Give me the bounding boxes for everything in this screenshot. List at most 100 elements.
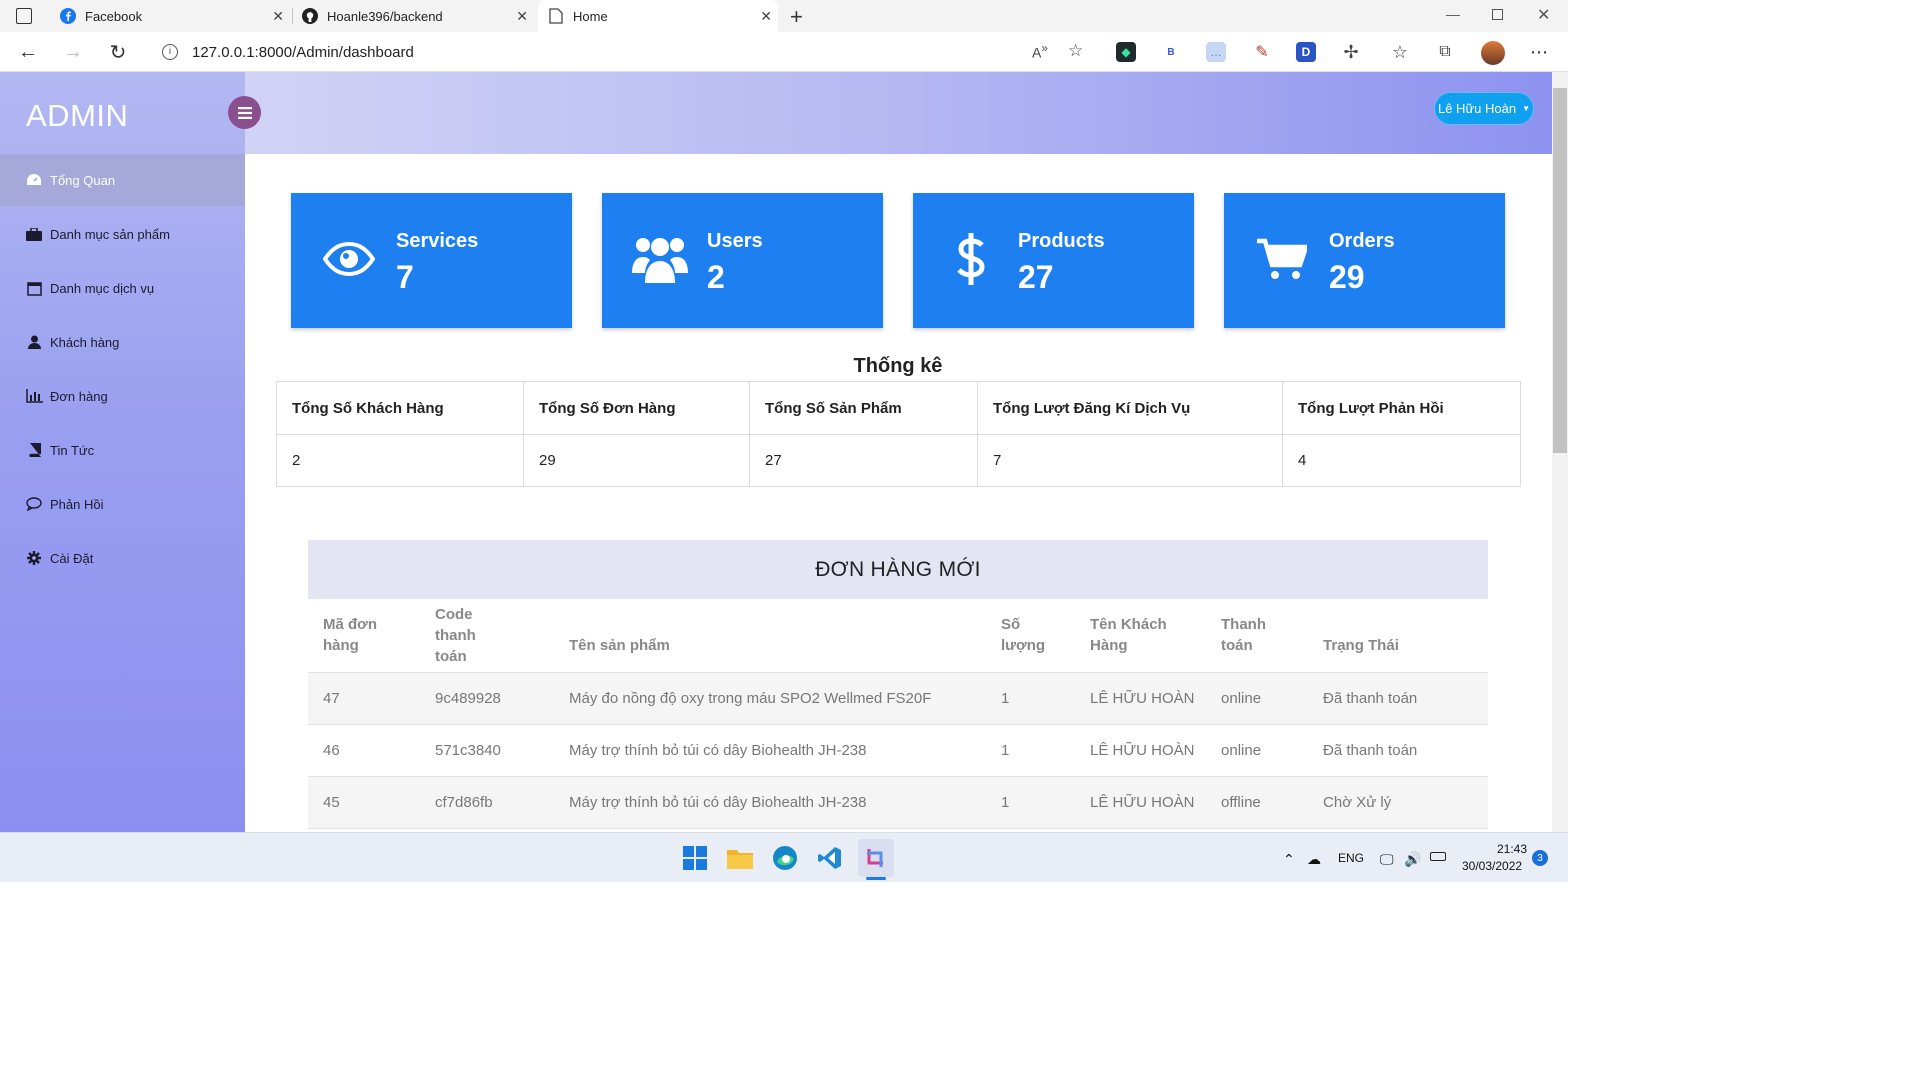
- extensions-icon[interactable]: ✢: [1341, 42, 1361, 62]
- card-orders[interactable]: Orders 29: [1224, 193, 1505, 328]
- card-users[interactable]: Users 2: [602, 193, 883, 328]
- card-services[interactable]: Services 7: [291, 193, 572, 328]
- edge-browser-icon[interactable]: [770, 843, 800, 873]
- gear-icon: [24, 551, 44, 565]
- ext-green-icon[interactable]: ◆: [1116, 42, 1136, 62]
- url-text: 127.0.0.1:8000/Admin/dashboard: [192, 43, 414, 61]
- forward-icon[interactable]: →: [61, 40, 85, 64]
- close-tab-icon[interactable]: ✕: [760, 8, 772, 25]
- read-aloud-icon[interactable]: A»: [1032, 42, 1048, 61]
- sidebar-item-phan-hoi[interactable]: Phản Hồi: [0, 478, 245, 530]
- close-tab-icon[interactable]: ✕: [516, 8, 528, 25]
- sidebar-item-label: Danh mục sản phẩm: [50, 226, 170, 242]
- more-options-icon[interactable]: ⋯: [1529, 42, 1549, 62]
- site-info-icon[interactable]: i: [162, 44, 178, 60]
- tab-title: Home: [573, 8, 608, 24]
- start-icon[interactable]: [680, 843, 710, 873]
- snipping-tool-icon[interactable]: [858, 839, 894, 877]
- card-label: Services: [396, 230, 479, 252]
- table-row[interactable]: 45 cf7d86fb Máy trợ thính bỏ túi có dây …: [308, 776, 1488, 829]
- onedrive-icon[interactable]: ☁: [1307, 851, 1321, 868]
- ext-b-icon[interactable]: B: [1161, 42, 1181, 62]
- sidebar-item-danh-muc-san-pham[interactable]: Danh mục sản phẩm: [0, 208, 245, 260]
- user-dropdown-button[interactable]: Lê Hữu Hoàn ▼: [1434, 92, 1534, 125]
- collections-icon[interactable]: ⧉: [1435, 42, 1455, 62]
- stats-value-cell: 7: [977, 434, 1283, 487]
- sidebar-item-label: Cài Đặt: [50, 550, 94, 566]
- favorites-icon[interactable]: ☆: [1390, 42, 1410, 62]
- briefcase-icon: [24, 227, 44, 241]
- quantity: 1: [986, 776, 1076, 829]
- user-icon: [24, 335, 44, 349]
- vscode-icon[interactable]: [815, 843, 845, 873]
- quantity: 1: [986, 724, 1076, 777]
- table-row[interactable]: 47 9c489928 Máy đo nồng độ oxy trong máu…: [308, 672, 1488, 725]
- sidebar-item-tong-quan[interactable]: Tổng Quan: [0, 154, 245, 206]
- back-icon[interactable]: ←: [16, 40, 40, 64]
- card-label: Products: [1018, 230, 1105, 252]
- bar-chart-icon: [24, 389, 44, 403]
- notification-badge[interactable]: 3: [1532, 850, 1548, 866]
- users-icon: [632, 229, 688, 289]
- table-row[interactable]: 46 571c3840 Máy trợ thính bỏ túi có dây …: [308, 724, 1488, 777]
- sidebar-item-label: Tổng Quan: [50, 172, 116, 188]
- ext-d-icon[interactable]: D: [1296, 42, 1316, 62]
- new-tab-icon[interactable]: +: [790, 4, 803, 30]
- scrollbar-thumb[interactable]: [1553, 88, 1567, 453]
- close-tab-icon[interactable]: ✕: [272, 8, 284, 25]
- sidebar-item-label: Phản Hồi: [50, 496, 104, 512]
- brand-logo: ADMIN: [26, 98, 129, 133]
- card-label: Orders: [1329, 230, 1395, 252]
- card-value: 7: [396, 259, 414, 295]
- sidebar-item-don-hang[interactable]: Đơn hàng: [0, 370, 245, 422]
- tab-actions-icon[interactable]: [16, 8, 32, 24]
- orders-title: ĐƠN HÀNG MỚI: [308, 540, 1488, 599]
- sidebar-item-danh-muc-dich-vu[interactable]: Danh mục dịch vụ: [0, 262, 245, 314]
- payment-method: online: [1206, 672, 1309, 725]
- tab-home[interactable]: Home ✕: [538, 0, 778, 32]
- tab-title: Hoanle396/backend: [327, 8, 443, 24]
- admin-app: ADMIN Tổng Quan Danh mục sản phẩm Danh m…: [0, 72, 1552, 832]
- card-products[interactable]: Products 27: [913, 193, 1194, 328]
- clock-time[interactable]: 21:43: [1497, 842, 1527, 856]
- ext-picker-icon[interactable]: ✎: [1252, 42, 1272, 62]
- card-value: 2: [707, 259, 725, 295]
- sidebar-item-label: Tin Tức: [50, 442, 95, 458]
- sidebar-item-label: Khách hàng: [50, 334, 120, 350]
- order-id: 45: [308, 776, 420, 829]
- cart-icon: [1254, 229, 1310, 289]
- stats-header-cell: Tổng Số Sản Phẩm: [749, 381, 978, 435]
- refresh-icon[interactable]: ↻: [106, 40, 130, 64]
- sidebar-item-tin-tuc[interactable]: Tin Tức: [0, 424, 245, 476]
- profile-avatar[interactable]: [1481, 41, 1505, 65]
- address-bar[interactable]: i 127.0.0.1:8000/Admin/dashboard A» ☆: [148, 36, 1098, 68]
- battery-icon[interactable]: [1430, 852, 1446, 861]
- stats-header-cell: Tổng Số Đơn Hàng: [523, 381, 750, 435]
- quantity: 1: [986, 672, 1076, 725]
- customer-name: LÊ HỮU HOÀN: [1075, 672, 1207, 725]
- file-explorer-icon[interactable]: [725, 843, 755, 873]
- sidebar-toggle-button[interactable]: [228, 96, 261, 129]
- add-favorite-icon[interactable]: ☆: [1068, 41, 1083, 61]
- network-icon[interactable]: 🖵: [1380, 851, 1394, 868]
- chevron-up-icon[interactable]: ⌃: [1283, 851, 1295, 868]
- volume-icon[interactable]: 🔊: [1404, 851, 1421, 868]
- ext-chat-icon[interactable]: …: [1206, 42, 1226, 62]
- sidebar-item-khach-hang[interactable]: Khách hàng: [0, 316, 245, 368]
- tab-facebook[interactable]: Facebook ✕: [50, 0, 290, 32]
- github-icon: [302, 8, 318, 24]
- top-header-bar: [245, 72, 1552, 154]
- book-icon: [24, 443, 44, 457]
- tab-github[interactable]: Hoanle396/backend ✕: [294, 0, 534, 32]
- page-icon: [548, 8, 564, 24]
- minimize-icon[interactable]: —: [1446, 6, 1460, 22]
- orders-header-cell: Thanh toán: [1206, 599, 1309, 673]
- restore-icon[interactable]: [1492, 9, 1503, 20]
- close-window-icon[interactable]: ✕: [1537, 5, 1550, 25]
- clock-date[interactable]: 30/03/2022: [1462, 859, 1522, 873]
- browser-toolbar: ← → ↻ i 127.0.0.1:8000/Admin/dashboard A…: [0, 32, 1568, 72]
- card-label: Users: [707, 230, 763, 252]
- language-indicator[interactable]: ENG: [1338, 851, 1364, 865]
- sidebar-item-cai-dat[interactable]: Cài Đặt: [0, 532, 245, 584]
- product-name: Máy đo nồng độ oxy trong máu SPO2 Wellme…: [554, 672, 986, 725]
